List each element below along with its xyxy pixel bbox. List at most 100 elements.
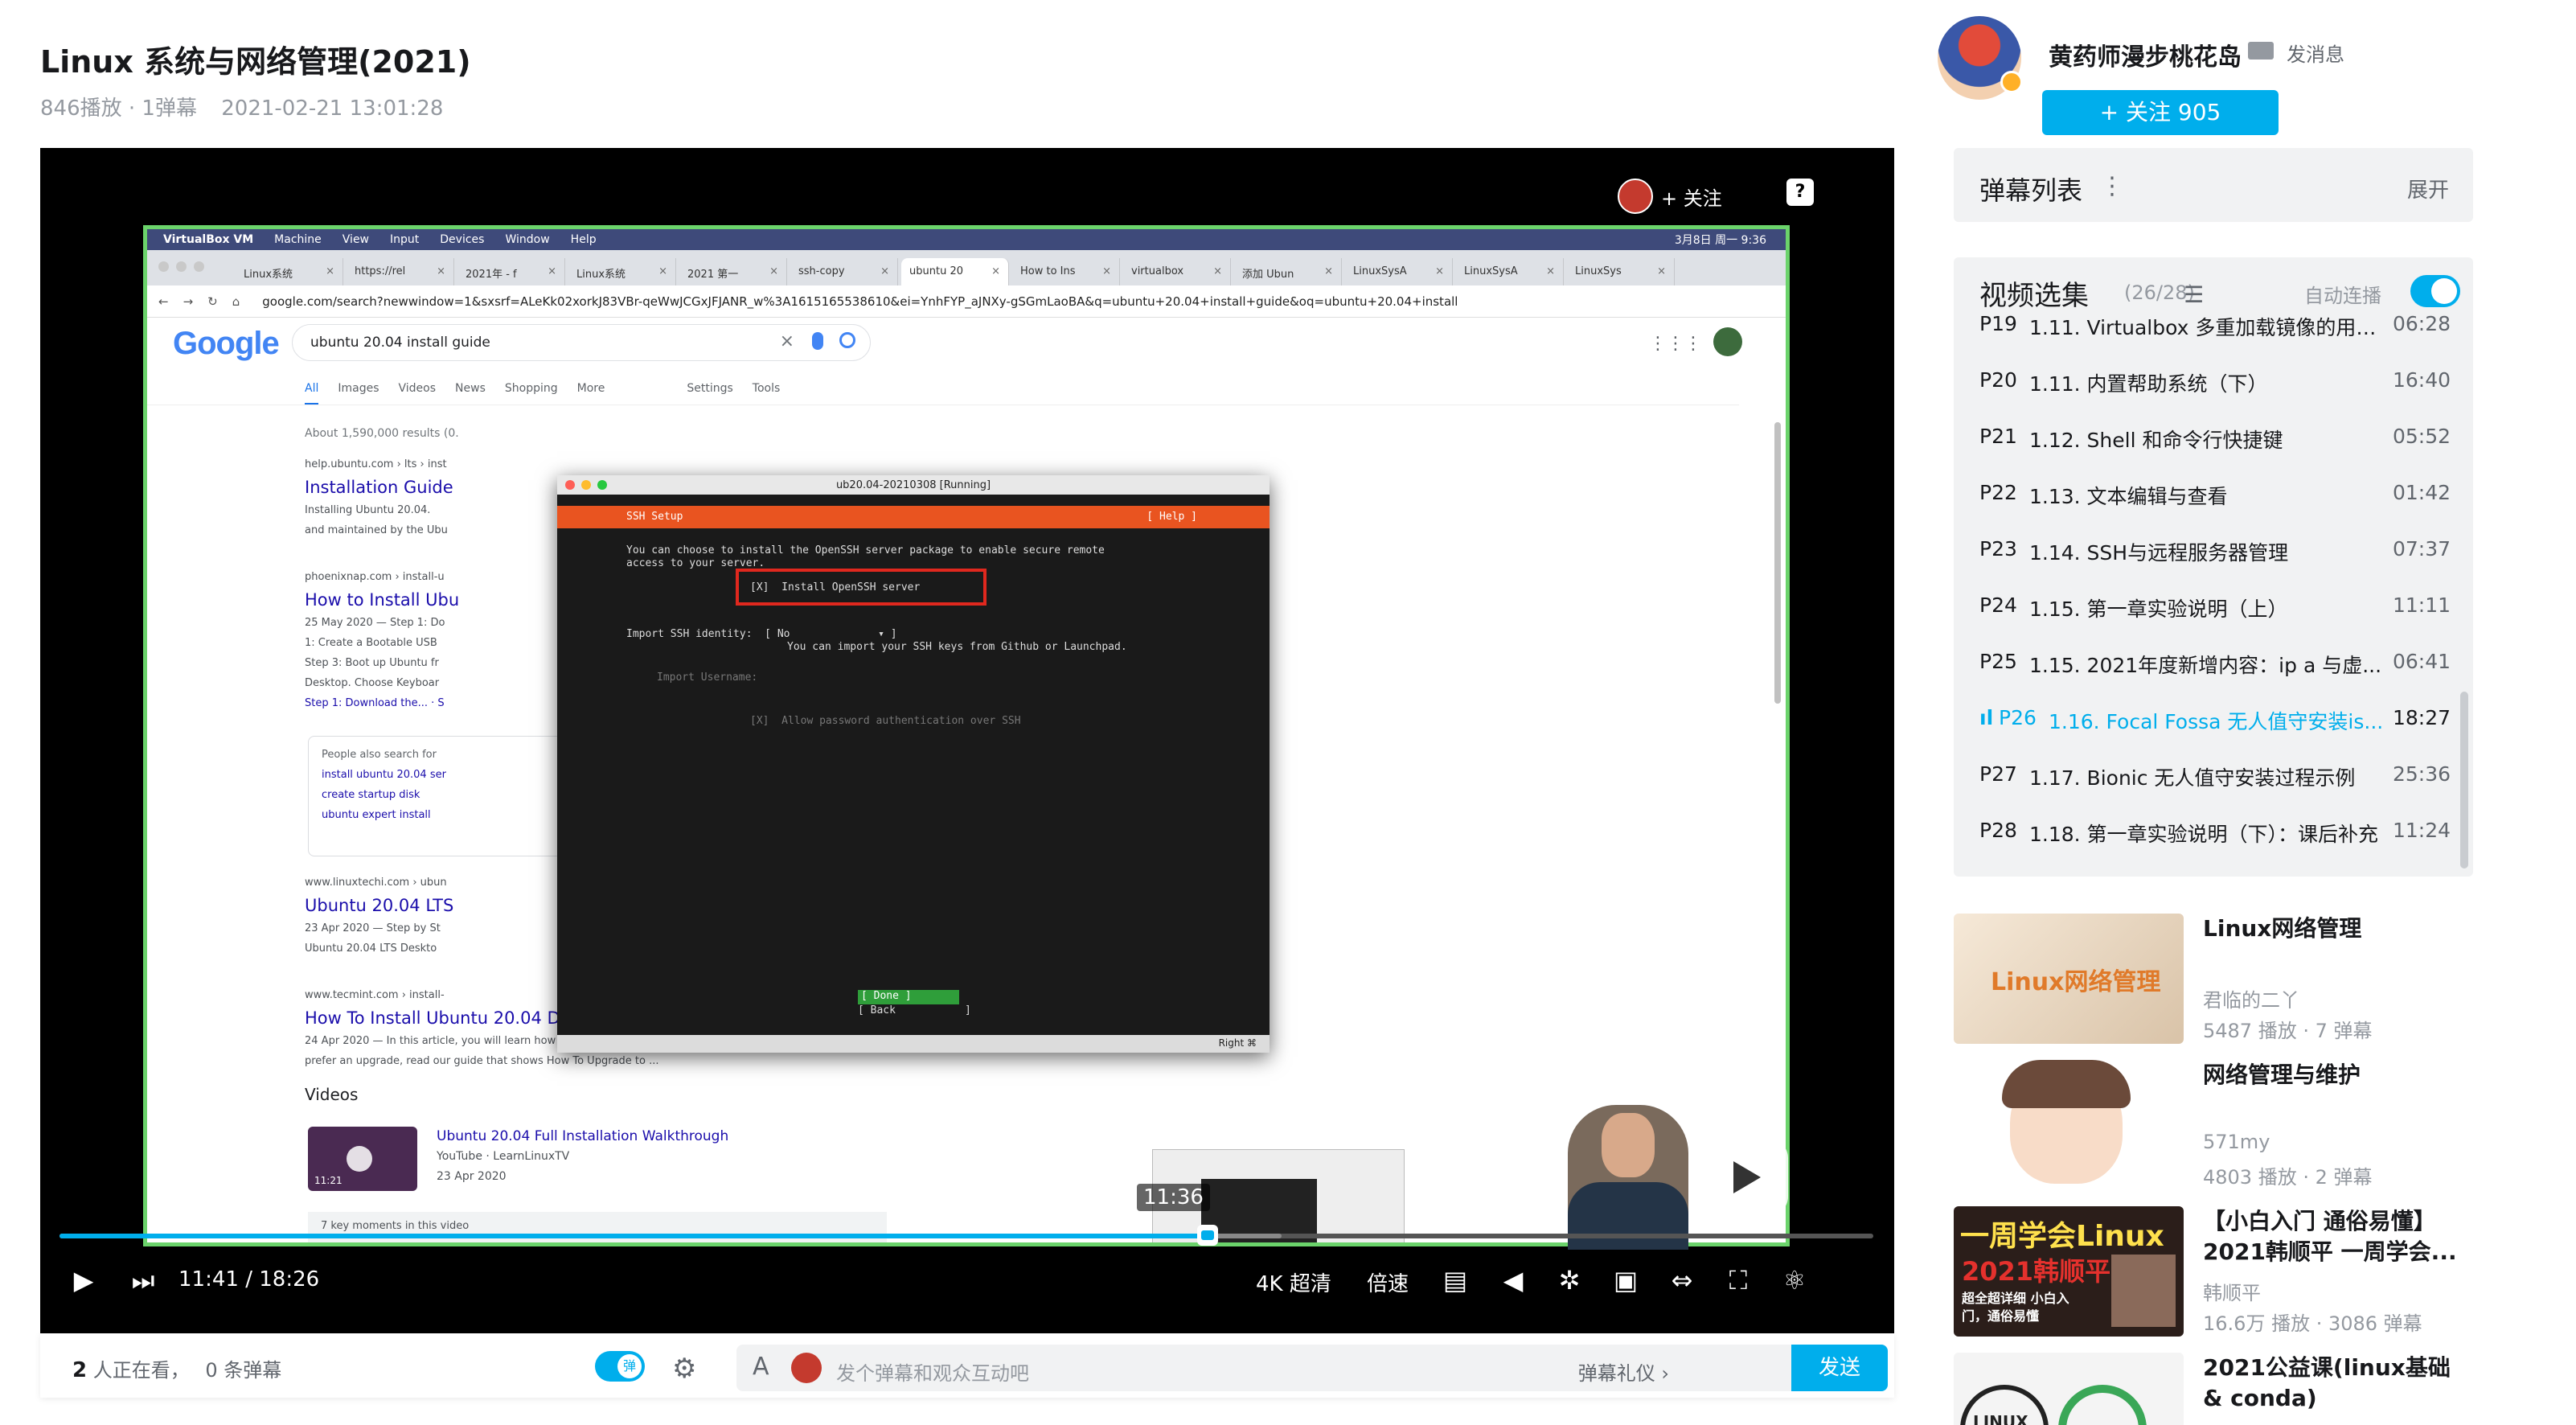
mail-icon[interactable] — [2248, 42, 2274, 60]
danmaku-off-icon[interactable]: ▤ — [1438, 1263, 1473, 1298]
viewer-count: 2 人正在看， 0 条弹幕 — [72, 1358, 282, 1382]
web-fullscreen-icon[interactable]: ⛶ — [1721, 1263, 1756, 1298]
send-button[interactable]: 发送 — [1791, 1345, 1888, 1391]
episode-item[interactable]: P20 1.11. 内置帮助系统（下） 16:40 — [1979, 368, 2451, 400]
scrollbar — [1774, 422, 1781, 704]
search-tab-more: More — [576, 382, 605, 395]
progress-bar[interactable] — [59, 1225, 1873, 1246]
recommend-uploader[interactable]: 君临的二丫 — [2203, 984, 2299, 1012]
play-icon — [347, 1146, 372, 1172]
mic-icon — [812, 332, 823, 350]
episode-item[interactable]: P22 1.13. 文本编辑与查看 01:42 — [1979, 481, 2451, 513]
quality-button[interactable]: 4K 超清 — [1256, 1267, 1331, 1297]
autoplay-label: 自动连播 — [2304, 285, 2381, 307]
reload-icon: ↻ — [207, 294, 218, 309]
recommend-thumbnail[interactable]: 一周学会Linux 2021韩顺平 超全超详细 小白入门，通俗易懂 — [1954, 1206, 2184, 1337]
search-result: www.linuxtechi.com › ubun Ubuntu 20.04 L… — [305, 877, 454, 955]
mac-menubar: VirtualBox VM Machine View Input Devices… — [147, 229, 1786, 250]
episode-item[interactable]: P24 1.15. 第一章实验说明（上） 11:11 — [1979, 593, 2451, 626]
browser-tab: ssh-copy × — [790, 258, 898, 285]
episode-item[interactable]: P27 1.17. Bionic 无人值守安装过程示例 25:36 — [1979, 762, 2451, 795]
recommend-item[interactable]: 一周学会Linux 2021韩顺平 超全超详细 小白入门，通俗易懂 【小白入门 … — [1954, 1206, 2484, 1341]
mac-clock: 3月8日 周一 9:36 — [1674, 234, 1766, 247]
window-controls — [158, 261, 204, 272]
next-icon[interactable]: ⏭ — [125, 1263, 161, 1298]
browser-tab: 2021年 - f × — [457, 258, 565, 285]
browser-tabs: Linux系统 × https://rel × 2021年 - f × Linux系统… — [147, 250, 1786, 285]
danmaku-toggle[interactable]: 弹 — [595, 1351, 645, 1382]
menu-item: View — [342, 233, 370, 246]
avatar — [1618, 179, 1653, 214]
recommend-uploader[interactable]: 571my — [2203, 1131, 2270, 1153]
recommend-item[interactable]: LINUX 2021公益课(linux基础 & conda) — [1954, 1353, 2484, 1425]
recommend-uploader[interactable]: 韩顺平 — [2203, 1277, 2261, 1305]
tv-play-icon[interactable] — [1700, 1139, 1788, 1216]
publish-date: 2021-02-21 13:01:28 — [221, 97, 444, 121]
episode-item[interactable]: P23 1.14. SSH与远程服务器管理 07:37 — [1979, 537, 2451, 569]
play-icon[interactable]: ▶ — [66, 1263, 101, 1298]
browser-tab: How to Ins × — [1012, 258, 1120, 285]
recommend-title[interactable]: 2021公益课(linux基础 & conda) — [2203, 1353, 2476, 1414]
list-icon[interactable]: ☰ — [2184, 281, 2204, 308]
menu-item: Devices — [440, 233, 485, 246]
browser-tab: Linux系统 × — [568, 258, 676, 285]
video-player[interactable]: VirtualBox VM Machine View Input Devices… — [40, 148, 1894, 1333]
search-tab-images: Images — [338, 382, 379, 395]
search-tab-videos: Videos — [398, 382, 437, 395]
search-tab-shopping: Shopping — [504, 382, 558, 395]
recommend-item[interactable]: Linux网络管理 Linux网络管理 君临的二丫 5487 播放 · 7 弹幕 — [1954, 914, 2484, 1049]
follow-button[interactable]: + 关注 905 — [2042, 90, 2279, 135]
danmaku-input[interactable]: A 发个弹幕和观众互动吧 弹幕礼仪 › — [736, 1345, 1830, 1391]
danmaku-list-title: 弹幕列表 — [1979, 175, 2083, 206]
danmaku-settings-icon[interactable]: ⚙ — [672, 1353, 696, 1385]
url-text: google.com/search?newwindow=1&sxsrf=ALeK… — [262, 294, 1458, 309]
uploader-name[interactable]: 黄药师漫步桃花岛 — [2049, 37, 2242, 72]
google-logo: Google — [173, 326, 280, 361]
recommend-title[interactable]: Linux网络管理 — [2203, 914, 2476, 944]
recommend-stats: 4803 播放 · 2 弹幕 — [2203, 1166, 2373, 1189]
presenter-cam — [1568, 1105, 1688, 1250]
recommend-title[interactable]: 【小白入门 通俗易懂】2021韩顺平 一周学会... — [2203, 1206, 2476, 1267]
progress-knob[interactable] — [1197, 1225, 1219, 1246]
recommend-item[interactable]: 网络管理与维护 571my 4803 播放 · 2 弹幕 — [1954, 1060, 2484, 1195]
episode-item[interactable]: P21 1.12. Shell 和命令行快捷键 05:52 — [1979, 425, 2451, 457]
highlight-box — [736, 569, 987, 606]
address-bar: ← → ↻ ⌂ google.com/search?newwindow=1&sx… — [147, 285, 1786, 318]
menu-item: Window — [505, 233, 550, 246]
episode-item[interactable]: P19 1.11. Virtualbox 多重加载镜像的用途... 06:28 — [1979, 312, 2451, 344]
episode-item[interactable]: P28 1.18. 第一章实验说明（下）：课后补充 11:24 — [1979, 819, 2451, 851]
apps-grid-icon: ⋮⋮⋮ — [1649, 334, 1702, 354]
expand-button[interactable]: 展开 — [2407, 174, 2449, 203]
pip-icon[interactable]: ▣ — [1608, 1263, 1643, 1298]
video-title: Linux 系统与网络管理(2021) — [40, 44, 471, 80]
speed-button[interactable]: 倍速 — [1367, 1267, 1409, 1297]
font-style-icon[interactable]: A — [753, 1353, 769, 1381]
current-time: 11:41 — [178, 1267, 239, 1292]
recommend-thumbnail[interactable] — [1954, 1060, 2184, 1190]
home-icon: ⌂ — [232, 294, 240, 309]
vm-text: Import Username: — [657, 671, 758, 684]
message-link[interactable]: 发消息 — [2287, 39, 2344, 67]
episode-item[interactable]: P25 1.15. 2021年度新增内容：ip a 与虚... 06:41 — [1979, 650, 2451, 682]
wide-mode-icon[interactable]: ⇔ — [1664, 1263, 1700, 1298]
more-icon[interactable]: ⋮ — [2100, 172, 2124, 200]
browser-tab: Linux系统 × — [236, 258, 343, 285]
vm-text: You can import your SSH keys from Github… — [787, 641, 1127, 653]
episode-item-current[interactable]: ıl P26 1.16. Focal Fossa 无人值守安装is... 18:27 — [1979, 706, 2451, 738]
search-tabs: All Images Videos News Shopping More Set… — [305, 382, 780, 405]
feedback-icon[interactable]: ? — [1786, 179, 1814, 206]
settings-icon[interactable]: ✲ — [1552, 1263, 1587, 1298]
play-count: 846播放 · 1弹幕 — [40, 97, 197, 121]
player-follow-button[interactable]: + 关注 — [1611, 174, 1782, 219]
vm-text: You can choose to install the OpenSSH se… — [626, 544, 1105, 556]
danmaku-placeholder: 发个弹幕和观众互动吧 — [836, 1362, 1029, 1385]
episode-scrollbar[interactable] — [2460, 692, 2468, 869]
recommend-thumbnail[interactable]: Linux网络管理 — [1954, 914, 2184, 1044]
duration: 18:26 — [259, 1267, 320, 1292]
volume-icon[interactable]: ◀ — [1495, 1263, 1531, 1298]
autoplay-toggle[interactable] — [2410, 275, 2460, 307]
recommend-thumbnail[interactable]: LINUX — [1954, 1353, 2184, 1425]
recommend-title[interactable]: 网络管理与维护 — [2203, 1060, 2476, 1090]
danmaku-etiquette-link[interactable]: 弹幕礼仪 › — [1578, 1357, 1669, 1386]
fullscreen-icon[interactable]: ⚛ — [1777, 1263, 1812, 1298]
